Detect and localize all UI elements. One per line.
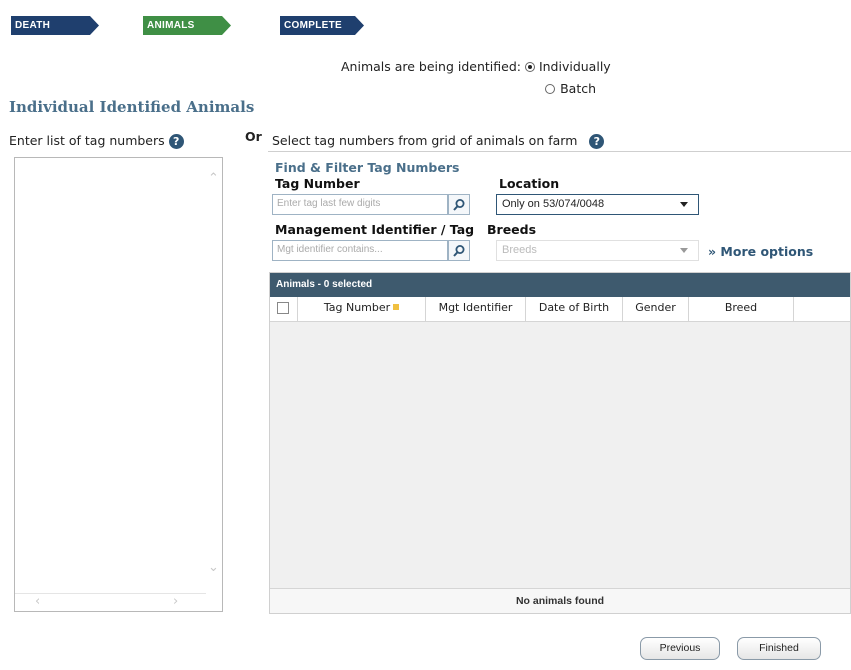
tag-number-label: Tag Number [275,176,360,191]
mgmt-identifier-label: Management Identifier / Tag [275,222,475,237]
chevron-down-icon [680,248,688,253]
column-mgt-identifier[interactable]: Mgt Identifier [426,297,526,321]
location-value: Only on 53/074/0048 [502,198,605,210]
breeds-label: Breeds [487,222,537,237]
help-icon[interactable]: ? [589,134,605,149]
scroll-up-icon[interactable]: ⌃ [208,172,219,185]
wizard-step-complete[interactable]: COMPLETE [280,16,364,35]
radio-batch-label[interactable]: Batch [560,81,596,96]
search-icon [453,245,465,257]
wizard-step-animals[interactable]: ANIMALS [143,16,231,35]
column-breed[interactable]: Breed [689,297,794,321]
tag-search-button[interactable] [448,194,470,215]
tag-number-input[interactable]: Enter tag last few digits [272,194,448,215]
location-select[interactable]: Only on 53/074/0048 [496,194,699,215]
column-tag-number[interactable]: Tag Number [298,297,426,321]
grid-empty-message: No animals found [270,588,850,613]
identification-question: Animals are being identified: Individual… [341,59,611,74]
scroll-right-icon[interactable]: › [173,595,178,608]
scroll-down-icon[interactable]: ⌄ [208,561,219,574]
identification-label: Animals are being identified: [341,59,521,74]
help-icon[interactable]: ? [168,134,184,149]
column-gender[interactable]: Gender [623,297,689,321]
chevron-down-icon [680,202,688,207]
column-tag-number-label: Tag Number [323,301,391,314]
select-all-column[interactable] [270,297,298,321]
scroll-left-icon[interactable]: ‹ [35,595,40,608]
tag-list-label: Enter list of tag numbers [9,133,165,148]
wizard-step-death[interactable]: DEATH [11,16,99,35]
column-date-of-birth[interactable]: Date of Birth [526,297,623,321]
select-all-checkbox[interactable] [277,302,289,314]
more-options-link[interactable]: » More options [708,244,813,259]
animals-grid: Animals - 0 selected Tag Number Mgt Iden… [269,272,851,614]
breeds-value: Breeds [502,244,537,256]
grid-column-headers: Tag Number Mgt Identifier Date of Birth … [270,297,850,322]
grid-header: Animals - 0 selected [270,273,850,297]
tag-list-textarea[interactable]: ⌃ ⌄ ‹ › [14,157,223,612]
or-label: Or [245,129,262,144]
radio-batch[interactable] [545,84,555,94]
sort-icon [393,304,400,310]
vertical-scrollbar[interactable]: ⌃ ⌄ [205,158,222,595]
search-icon [453,199,465,211]
breeds-select[interactable]: Breeds [496,240,699,261]
location-label: Location [499,176,560,191]
section-divider [268,151,851,152]
finished-button[interactable]: Finished [737,637,821,660]
grid-select-label-row: Select tag numbers from grid of animals … [272,133,605,149]
horizontal-scrollbar[interactable]: ‹ › [15,593,206,611]
grid-select-label: Select tag numbers from grid of animals … [272,133,578,148]
filter-title: Find & Filter Tag Numbers [275,160,460,175]
tag-list-label-row: Enter list of tag numbers ? [9,133,184,149]
mgmt-search-button[interactable] [448,240,470,261]
section-title: Individual Identified Animals [9,98,255,116]
previous-button[interactable]: Previous [640,637,720,660]
identification-batch-option[interactable]: Batch [545,78,596,97]
radio-individually-label[interactable]: Individually [539,59,611,74]
radio-individually[interactable] [524,62,535,72]
mgmt-identifier-input[interactable]: Mgt identifier contains... [272,240,448,261]
